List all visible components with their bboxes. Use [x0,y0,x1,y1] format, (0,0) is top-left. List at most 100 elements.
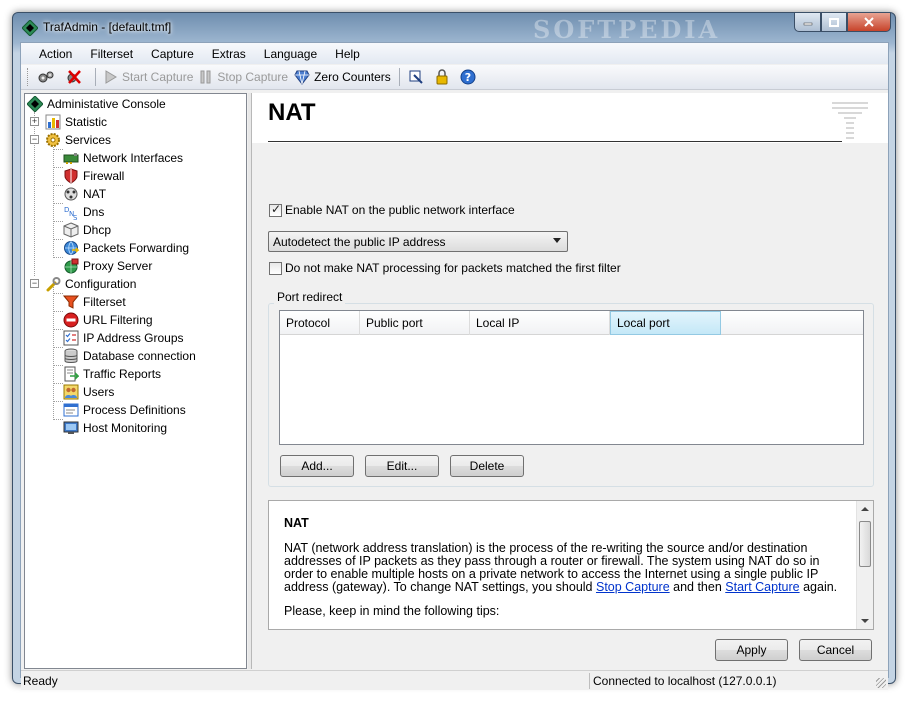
tree-item-dns[interactable]: DNS Dns [63,203,104,221]
apply-button[interactable]: Apply [715,639,788,661]
enable-nat-checkbox[interactable] [269,202,282,217]
column-protocol[interactable]: Protocol [280,311,360,335]
tools-button[interactable] [405,66,431,88]
svg-text:?: ? [465,71,471,84]
start-capture-button[interactable]: Start Capture [101,66,196,88]
menu-language[interactable]: Language [255,45,326,63]
watermark: SOFTPEDIA [533,15,721,44]
tree-item-database-connection[interactable]: Database connection [63,347,196,365]
tree-item-url-filtering[interactable]: URL Filtering [63,311,153,329]
connect-button[interactable] [34,66,62,88]
title-bar[interactable]: TrafAdmin - [default.tmf] SOFTPEDIA [13,13,895,44]
tree-item-statistic[interactable]: Statistic [45,113,107,131]
tree-item-process-definitions[interactable]: Process Definitions [63,401,186,419]
tree-item-packets-forwarding[interactable]: Packets Forwarding [63,239,189,257]
tree-label: Traffic Reports [83,367,162,381]
menu-capture[interactable]: Capture [142,45,203,63]
gears-icon [38,71,54,83]
tree-label: Firewall [83,169,125,183]
tree-line [53,149,63,150]
enable-nat-label: Enable NAT on the public network interfa… [285,203,515,217]
database-icon [63,348,79,364]
column-public-port[interactable]: Public port [360,311,470,335]
scroll-up-icon[interactable] [861,507,869,511]
close-button[interactable] [847,13,891,32]
page-header: NAT [252,93,888,143]
delete-button[interactable]: Delete [450,455,524,477]
no-nat-first-filter-checkbox[interactable] [269,261,282,275]
collapse-services-toggle[interactable]: − [30,135,39,144]
stop-capture-link[interactable]: Stop Capture [596,580,670,594]
edit-button[interactable]: Edit... [365,455,439,477]
minimize-button[interactable] [794,13,821,32]
port-redirect-list[interactable]: Protocol Public port Local IP Local port [279,310,864,445]
menu-help[interactable]: Help [326,45,369,63]
collapse-configuration-toggle[interactable]: − [30,279,39,288]
tree-line [53,329,63,330]
stop-capture-button[interactable]: Stop Capture [196,66,291,88]
help-tips-intro: Please, keep in mind the following tips: [284,604,500,618]
scroll-thumb[interactable] [859,521,871,567]
tree-label: Database connection [83,349,196,363]
tree-line [53,311,63,312]
zero-counters-label: Zero Counters [314,70,391,84]
tree-item-configuration[interactable]: Configuration [45,275,136,293]
tree-item-users[interactable]: Users [63,383,114,401]
scroll-down-icon[interactable] [861,619,869,623]
resize-grip[interactable] [876,678,886,688]
tree-line [53,293,63,294]
expand-statistic-toggle[interactable]: + [30,117,39,126]
tree-line [53,347,63,348]
tree-label: NAT [83,187,107,201]
navigation-tree: Administative Console + Statistic − Serv… [24,93,247,669]
stop-sign-icon [63,312,79,328]
lock-icon [436,69,448,85]
port-redirect-label: Port redirect [274,290,346,304]
tree-label: Filterset [83,295,126,309]
start-capture-link[interactable]: Start Capture [725,580,799,594]
page-title: NAT [268,99,316,126]
box-icon [63,222,79,238]
toolbar-grip[interactable] [27,68,30,86]
disconnect-button[interactable] [62,66,90,88]
maximize-icon [829,17,839,27]
menu-bar: Action Filterset Capture Extras Language… [21,43,888,64]
tree-item-proxy-server[interactable]: Proxy Server [63,257,152,275]
tree-line [53,383,63,384]
tree-item-host-monitoring[interactable]: Host Monitoring [63,419,167,437]
tree-item-dhcp[interactable]: Dhcp [63,221,111,239]
maximize-button[interactable] [821,13,847,32]
stop-capture-label: Stop Capture [217,70,289,84]
help-description-box: NAT NAT (network address translation) is… [268,500,874,630]
no-nat-first-filter-option[interactable]: Do not make NAT processing for packets m… [269,261,621,275]
tree-line [53,203,63,204]
tree-item-ip-address-groups[interactable]: IP Address Groups [63,329,184,347]
column-local-ip[interactable]: Local IP [470,311,610,335]
help-title: NAT [284,516,309,530]
tree-item-network-interfaces[interactable]: Network Interfaces [63,149,183,167]
enable-nat-option[interactable]: Enable NAT on the public network interfa… [269,202,515,217]
tree-line [53,221,63,222]
tree-item-firewall[interactable]: Firewall [63,167,124,185]
bar-chart-icon [45,114,61,130]
connection-status: Connected to localhost (127.0.0.1) [593,674,777,688]
menu-filterset[interactable]: Filterset [81,45,142,63]
menu-extras[interactable]: Extras [203,45,255,63]
tree-item-administative-console[interactable]: Administative Console [27,95,166,113]
tree-item-filterset[interactable]: Filterset [63,293,126,311]
tree-label: Statistic [65,115,108,129]
help-button[interactable]: ? [457,66,483,88]
title-divider [268,141,842,142]
zero-counters-button[interactable]: Zero Counters [291,66,394,88]
cancel-button[interactable]: Cancel [799,639,872,661]
wrench-icon [45,276,61,292]
help-scrollbar[interactable] [856,501,873,629]
public-ip-select[interactable]: Autodetect the public IP address [268,231,568,252]
tree-item-nat[interactable]: NAT [63,185,106,203]
column-local-port[interactable]: Local port [610,311,721,335]
tree-item-services[interactable]: Services [45,131,111,149]
lock-button[interactable] [431,66,457,88]
menu-action[interactable]: Action [31,45,81,63]
tree-item-traffic-reports[interactable]: Traffic Reports [63,365,161,383]
add-button[interactable]: Add... [280,455,354,477]
